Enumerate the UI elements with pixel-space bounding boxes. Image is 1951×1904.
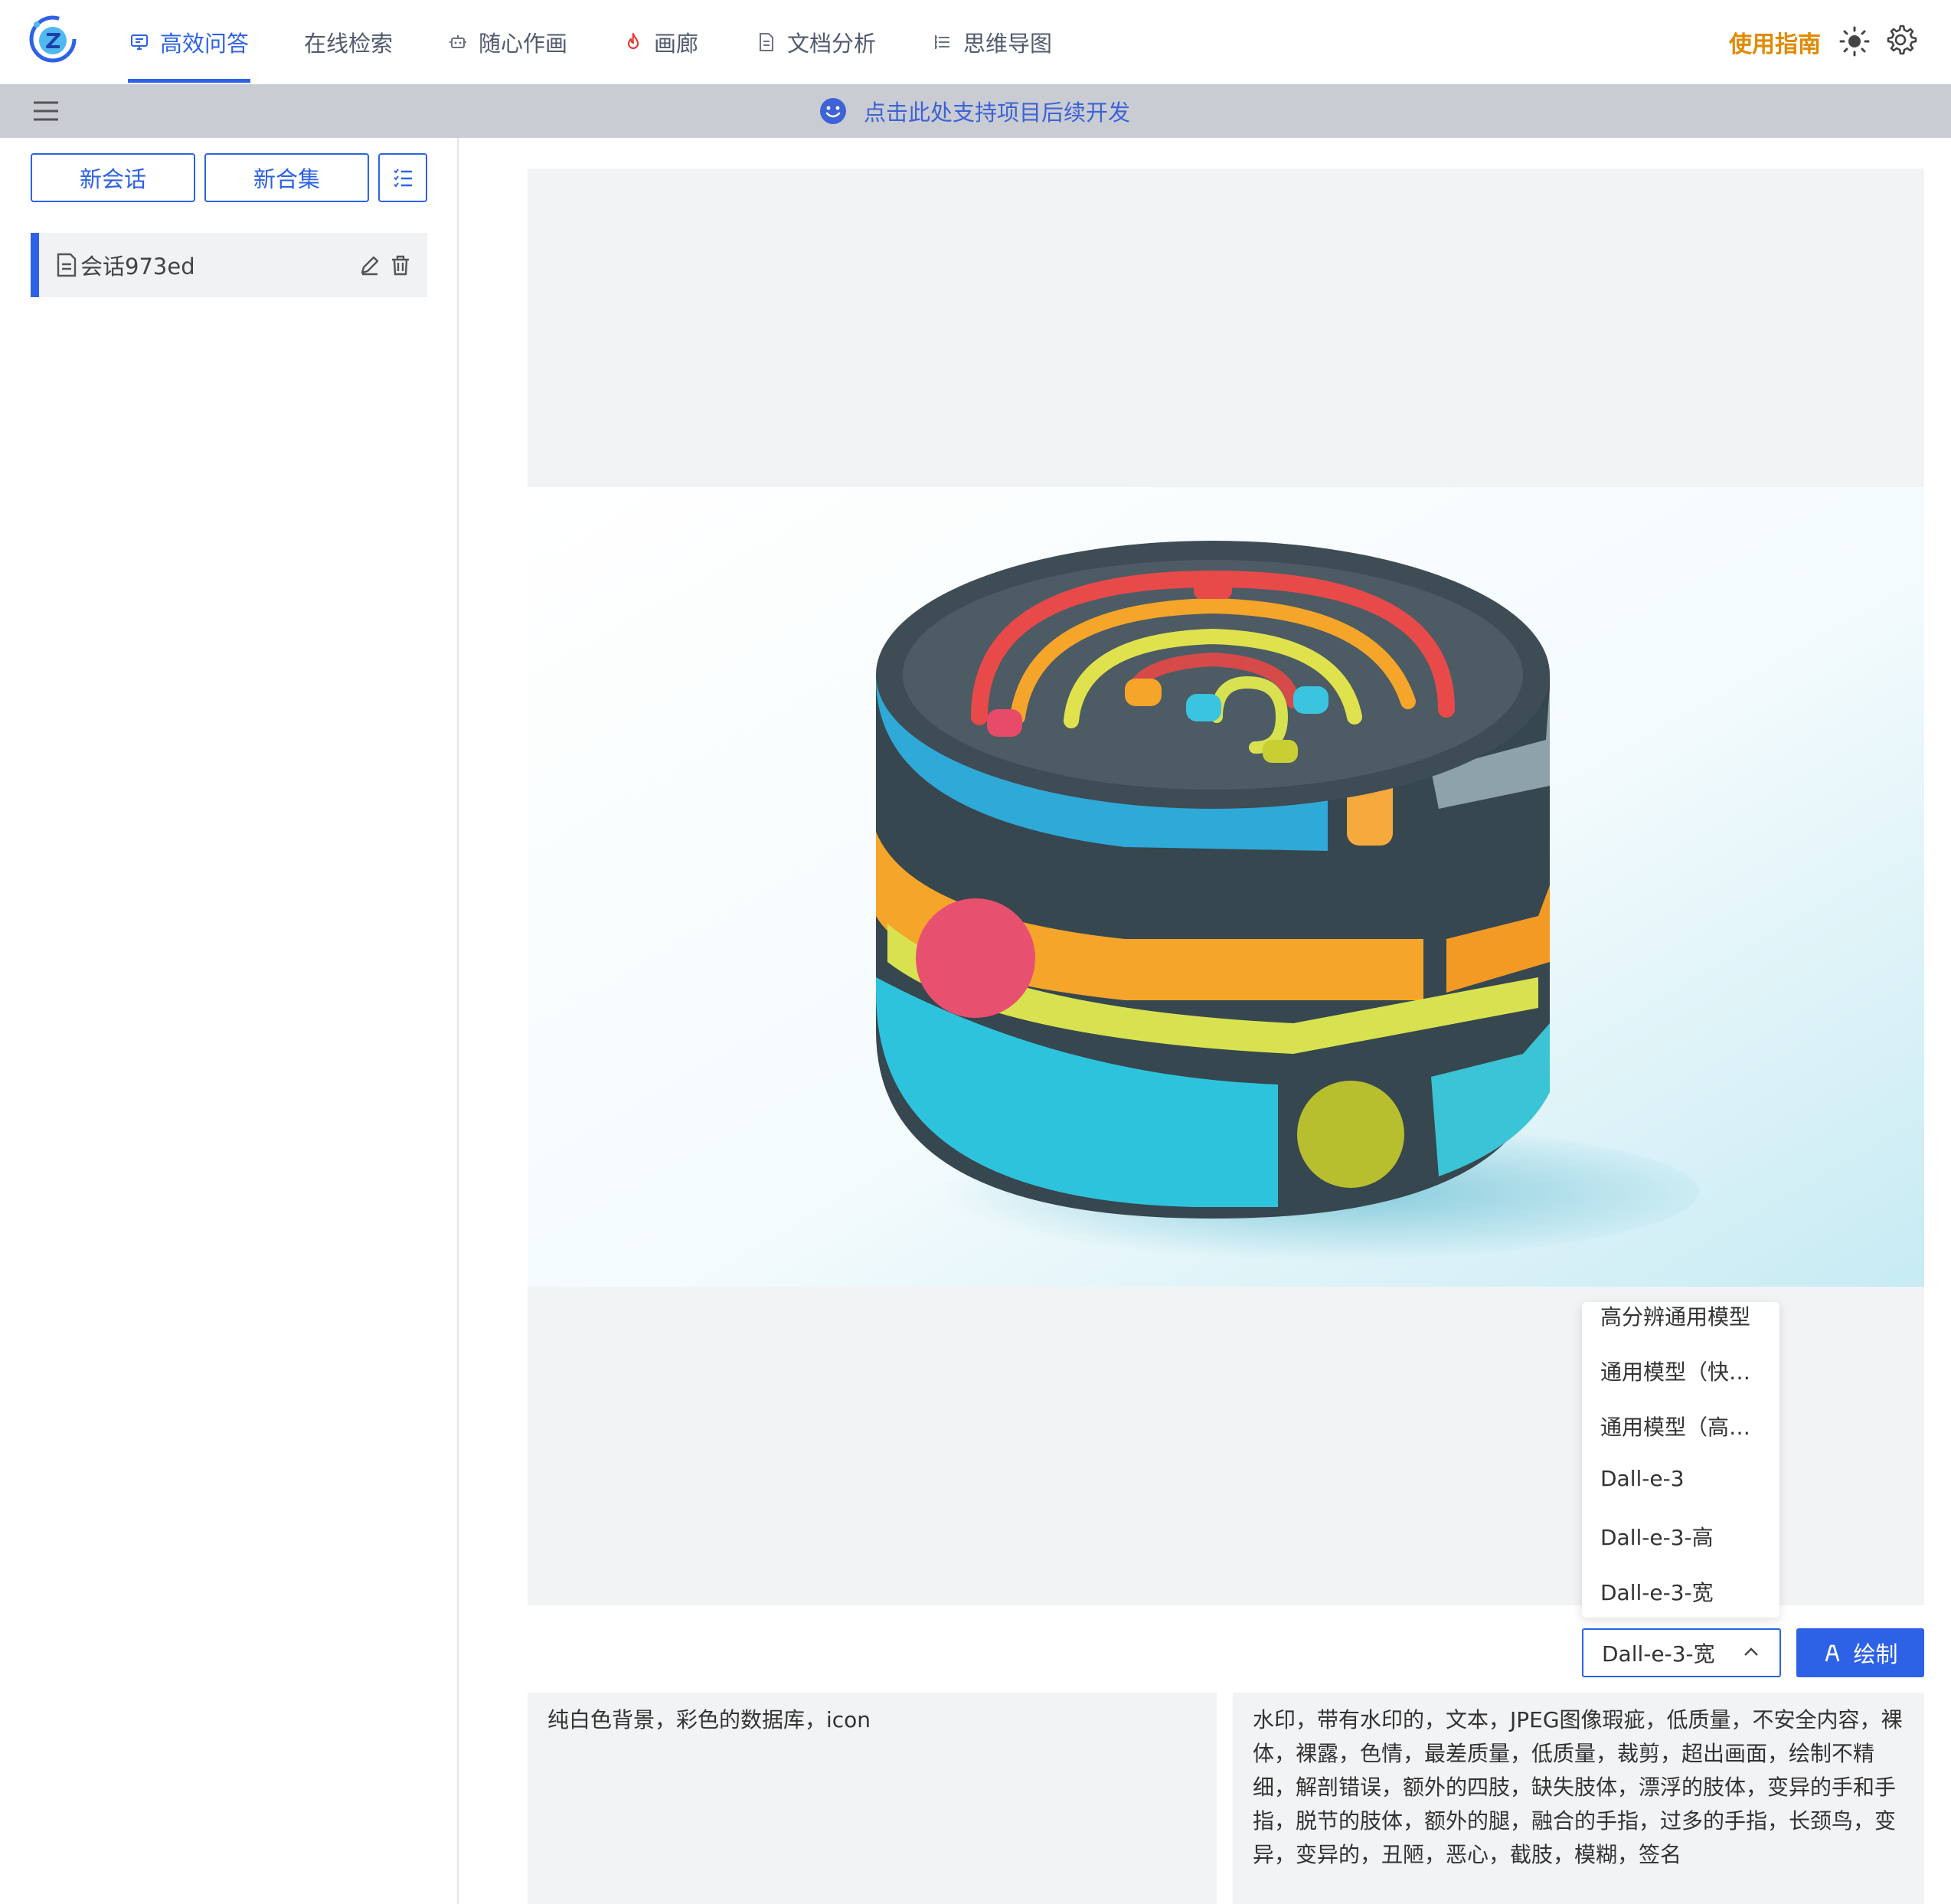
dropdown-option[interactable]: Dall-e-3-高 — [1600, 1521, 1764, 1552]
checklist-icon — [394, 168, 412, 188]
tab-mindmap[interactable]: 思维导图 — [931, 0, 1052, 84]
tab-label: 文档分析 — [787, 31, 877, 57]
banner-text: 点击此处支持项目后续开发 — [864, 100, 1131, 126]
draw-button[interactable]: 绘制 — [1796, 1628, 1924, 1677]
model-select[interactable]: Dall-e-3-宽 — [1582, 1628, 1781, 1677]
tab-gallery[interactable]: 画廊 — [622, 0, 698, 84]
document-icon — [755, 31, 778, 54]
generated-image[interactable] — [528, 487, 1924, 1287]
dropdown-option[interactable]: 通用模型（高清） — [1600, 1411, 1764, 1441]
new-chat-button[interactable]: 新会话 — [31, 153, 195, 202]
edit-pencil-icon[interactable] — [359, 254, 381, 276]
new-collection-button[interactable]: 新合集 — [204, 153, 369, 202]
sidebar — [0, 138, 459, 1904]
active-tab-indicator — [128, 79, 250, 83]
support-banner: 点击此处支持项目后续开发 — [0, 84, 1951, 138]
tab-label: 在线检索 — [304, 31, 394, 57]
dropdown-option[interactable]: Dall-e-3 — [1600, 1466, 1764, 1491]
chat-monitor-icon — [128, 31, 151, 54]
hamburger-menu-icon[interactable] — [32, 100, 60, 123]
prompt-textarea[interactable]: 纯白色背景，彩色的数据库，icon — [528, 1693, 1217, 1904]
sun-icon[interactable] — [1838, 25, 1871, 58]
tab-drawing[interactable]: 随心作画 — [446, 0, 567, 84]
top-navigation-bar: 高效问答 在线检索 随心作画 画廊 文档分析 思维导图 使用指南 — [0, 0, 1951, 84]
gear-icon[interactable] — [1884, 23, 1917, 57]
fire-icon — [622, 31, 645, 54]
dropdown-option[interactable]: Dall-e-3-宽 — [1600, 1576, 1764, 1607]
tab-label: 高效问答 — [160, 31, 250, 57]
support-project-link[interactable]: 点击此处支持项目后续开发 — [819, 84, 1130, 138]
draw-person-icon — [1825, 1644, 1840, 1662]
chevron-up-icon — [1744, 1647, 1758, 1656]
checklist-button[interactable] — [378, 153, 427, 202]
smile-icon — [820, 98, 846, 124]
dropdown-option[interactable]: 高分辨通用模型 — [1600, 1302, 1764, 1331]
app-logo[interactable] — [28, 14, 78, 64]
tab-doc-analysis[interactable]: 文档分析 — [755, 0, 876, 84]
tab-label: 画廊 — [654, 31, 699, 57]
robot-icon — [446, 31, 469, 54]
dropdown-option[interactable]: 通用模型（快速） — [1600, 1356, 1764, 1386]
session-title: 会话973ed — [80, 254, 195, 280]
session-item[interactable]: 会话973ed — [31, 233, 427, 297]
tab-label: 思维导图 — [963, 31, 1053, 57]
draw-button-label: 绘制 — [1853, 1641, 1898, 1667]
tab-label: 随心作画 — [479, 31, 568, 57]
document-icon — [57, 253, 77, 277]
tab-qa[interactable]: 高效问答 — [128, 0, 249, 84]
user-guide-link[interactable]: 使用指南 — [1729, 0, 1821, 84]
model-select-value: Dall-e-3-宽 — [1602, 1641, 1715, 1667]
negative-prompt-textarea[interactable]: 水印，带有水印的，文本，JPEG图像瑕疵，低质量，不安全内容，裸体，裸露，色情，… — [1233, 1693, 1924, 1904]
trash-icon[interactable] — [390, 254, 411, 276]
tab-search[interactable]: 在线检索 — [304, 0, 393, 84]
mindmap-list-icon — [931, 31, 954, 54]
model-dropdown-menu: 高分辨通用模型 通用模型（快速） 通用模型（高清） Dall-e-3 Dall-… — [1582, 1302, 1779, 1618]
